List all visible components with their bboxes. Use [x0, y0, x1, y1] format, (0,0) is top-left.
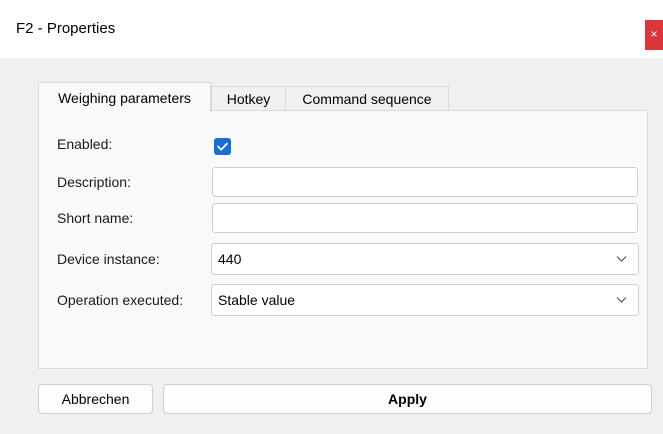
operation-executed-value: Stable value: [218, 292, 296, 308]
enabled-checkbox[interactable]: [214, 138, 231, 155]
close-icon: ×: [650, 27, 658, 41]
description-field[interactable]: [212, 167, 638, 197]
apply-button[interactable]: Apply: [163, 384, 652, 414]
properties-dialog: F2 - Properties × Weighing parameters Ho…: [0, 0, 663, 434]
device-instance-label: Device instance:: [57, 251, 160, 267]
short-name-label: Short name:: [57, 210, 134, 226]
chevron-down-icon: [616, 297, 627, 303]
enabled-label: Enabled:: [57, 136, 113, 152]
tab-hotkey[interactable]: Hotkey: [211, 86, 286, 111]
tab-weighing-parameters[interactable]: Weighing parameters: [38, 82, 211, 112]
operation-executed-select[interactable]: Stable value: [211, 284, 639, 316]
short-name-field[interactable]: [212, 203, 638, 233]
operation-executed-label: Operation executed:: [57, 292, 184, 308]
chevron-down-icon: [616, 256, 627, 262]
window-title: F2 - Properties: [16, 20, 116, 37]
checkmark-icon: [217, 142, 228, 151]
cancel-button[interactable]: Abbrechen: [38, 384, 153, 414]
tab-panel: [38, 110, 648, 369]
close-button[interactable]: ×: [645, 20, 663, 50]
title-bar: F2 - Properties ×: [0, 0, 663, 58]
device-instance-value: 440: [218, 251, 242, 267]
tab-command-sequence[interactable]: Command sequence: [285, 86, 449, 111]
description-label: Description:: [57, 174, 131, 190]
device-instance-select[interactable]: 440: [211, 243, 639, 275]
